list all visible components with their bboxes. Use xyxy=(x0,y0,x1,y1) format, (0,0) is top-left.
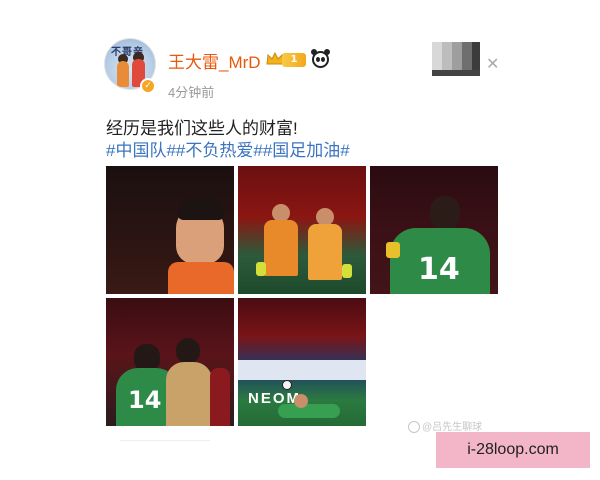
post-photo-1[interactable] xyxy=(106,166,234,294)
post-photo-2[interactable] xyxy=(238,166,366,294)
panda-icon xyxy=(311,49,330,68)
post-timestamp: 4分钟前 xyxy=(168,85,215,100)
jersey-number: 14 xyxy=(418,252,460,287)
post-photo-5[interactable]: NEOM xyxy=(238,298,366,426)
decoration-card-icon xyxy=(432,42,480,76)
jersey-number: 14 xyxy=(128,386,162,414)
avatar-figure-body xyxy=(117,61,129,87)
weibo-post: 不哥亲 ✓ 王大雷_MrD 1 4分钟前 ✕ 经历是我们这些人的财富! #中国队… xyxy=(0,0,600,480)
verified-badge-icon: ✓ xyxy=(140,78,156,94)
post-photo-3[interactable]: 14 xyxy=(370,166,498,294)
author-name[interactable]: 王大雷_MrD xyxy=(168,48,261,73)
close-icon[interactable]: ✕ xyxy=(486,54,499,73)
site-watermark-badge: i-28loop.com xyxy=(436,432,590,468)
level-badge[interactable]: 1 xyxy=(282,53,306,67)
post-divider xyxy=(120,440,210,441)
post-hashtags[interactable]: #中国队##不负热爱##国足加油# xyxy=(106,136,350,161)
post-photo-4[interactable]: 14 xyxy=(106,298,234,426)
